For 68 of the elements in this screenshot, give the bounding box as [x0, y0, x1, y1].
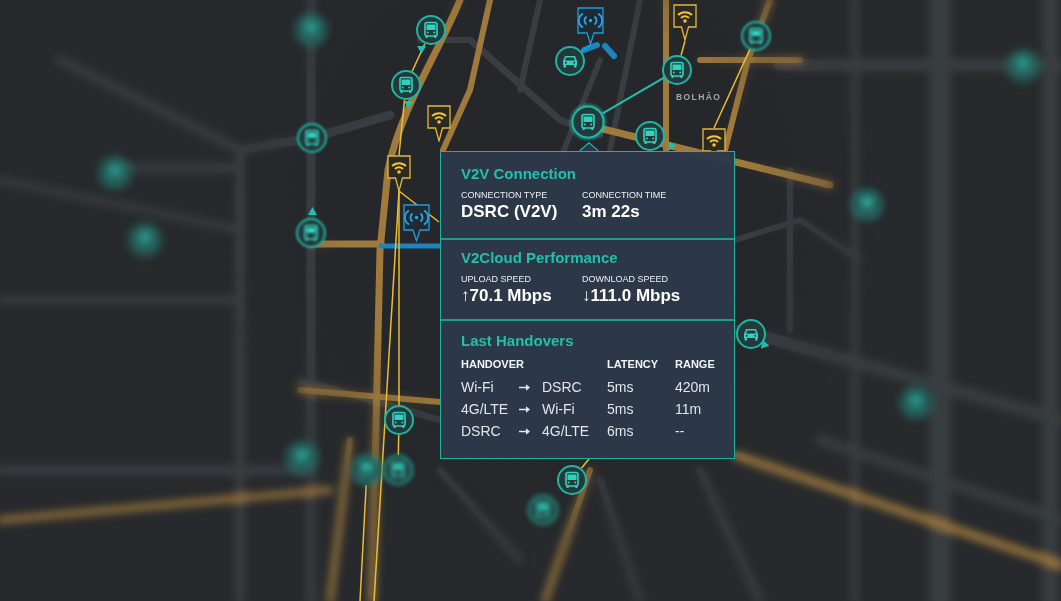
section-title: V2V Connection: [461, 164, 577, 184]
stat-label: CONNECTION TIME: [582, 189, 668, 201]
stat-value: ↓111.0 Mbps: [582, 285, 681, 306]
column-header: LATENCY: [607, 357, 660, 371]
stat-value: 3m 22s: [582, 201, 640, 222]
direction-arrow-icon: [668, 141, 676, 151]
table-cell-text: 6ms: [607, 422, 635, 441]
bus-marker-icon[interactable]: [130, 225, 160, 255]
connection-line: [411, 42, 426, 73]
bus-marker-icon[interactable]: [383, 455, 413, 485]
bus-marker-icon[interactable]: [416, 15, 446, 45]
bus-marker-icon[interactable]: [741, 21, 771, 51]
bus-marker-icon[interactable]: [384, 405, 414, 435]
car-marker-icon[interactable]: [736, 319, 766, 349]
right-arrow-icon: [519, 405, 530, 413]
car-marker-icon[interactable]: [555, 46, 585, 76]
wifi-pin-icon[interactable]: [702, 128, 726, 151]
bus-marker-icon[interactable]: [852, 190, 882, 220]
right-arrow-icon: [519, 427, 530, 435]
bus-marker-icon[interactable]: [528, 495, 558, 525]
place-label: BOLHÃO: [676, 92, 722, 103]
connection-line: [601, 76, 665, 115]
bus-marker-icon[interactable]: [662, 55, 692, 85]
right-arrow-icon: [519, 383, 530, 391]
wifi-pin-icon[interactable]: [673, 4, 697, 41]
table-cell-text: 11m: [675, 400, 703, 419]
wifi-pin-icon[interactable]: [427, 105, 451, 142]
bus-marker-icon[interactable]: [296, 15, 326, 45]
column-header: HANDOVER: [461, 357, 525, 371]
bus-marker-icon[interactable]: [901, 388, 931, 418]
direction-arrow-icon: [416, 46, 426, 54]
table-cell-text: Wi-Fi: [461, 378, 495, 397]
connection-line: [580, 44, 591, 53]
bus-marker-icon[interactable]: [1008, 51, 1038, 81]
table-cell-text: 420m: [675, 378, 712, 397]
connection-line: [398, 99, 406, 156]
stat-label: DOWNLOAD SPEED: [582, 273, 669, 285]
wifi-pin-icon[interactable]: [387, 155, 411, 192]
bus-marker-icon[interactable]: [287, 443, 317, 473]
connection-line: [580, 458, 590, 470]
section-title: V2Cloud Performance: [461, 248, 619, 268]
direction-arrow-icon: [307, 207, 317, 215]
table-cell-text: DSRC: [542, 378, 583, 397]
bus-marker-icon[interactable]: [635, 121, 665, 151]
stat-label: CONNECTION TYPE: [461, 189, 549, 201]
column-header: RANGE: [675, 357, 715, 371]
section-title: Last Handovers: [461, 331, 575, 351]
direction-arrow-icon: [403, 101, 413, 109]
bus-marker-icon[interactable]: [568, 102, 608, 142]
bus-marker-icon[interactable]: [391, 70, 421, 100]
bus-marker-icon[interactable]: [557, 465, 587, 495]
table-cell-text: Wi-Fi: [542, 400, 576, 419]
bus-marker-icon[interactable]: [296, 218, 326, 248]
table-cell-text: 4G/LTE: [542, 422, 591, 441]
table-cell-text: 5ms: [607, 378, 635, 397]
table-cell-text: --: [675, 422, 686, 441]
connection-line: [680, 40, 686, 57]
table-cell-text: DSRC: [461, 422, 502, 441]
bus-marker-icon[interactable]: [297, 123, 327, 153]
table-cell-text: 5ms: [607, 400, 635, 419]
stat-value: ↑70.1 Mbps: [461, 285, 552, 306]
bus-marker-icon[interactable]: [100, 158, 130, 188]
stat-value: DSRC (V2V): [461, 201, 558, 222]
bus-marker-icon[interactable]: [352, 455, 382, 485]
stat-label: UPLOAD SPEED: [461, 273, 533, 285]
table-cell-text: 4G/LTE: [461, 400, 510, 419]
broadcast-pin-icon[interactable]: [577, 7, 604, 45]
broadcast-pin-icon[interactable]: [403, 204, 430, 242]
